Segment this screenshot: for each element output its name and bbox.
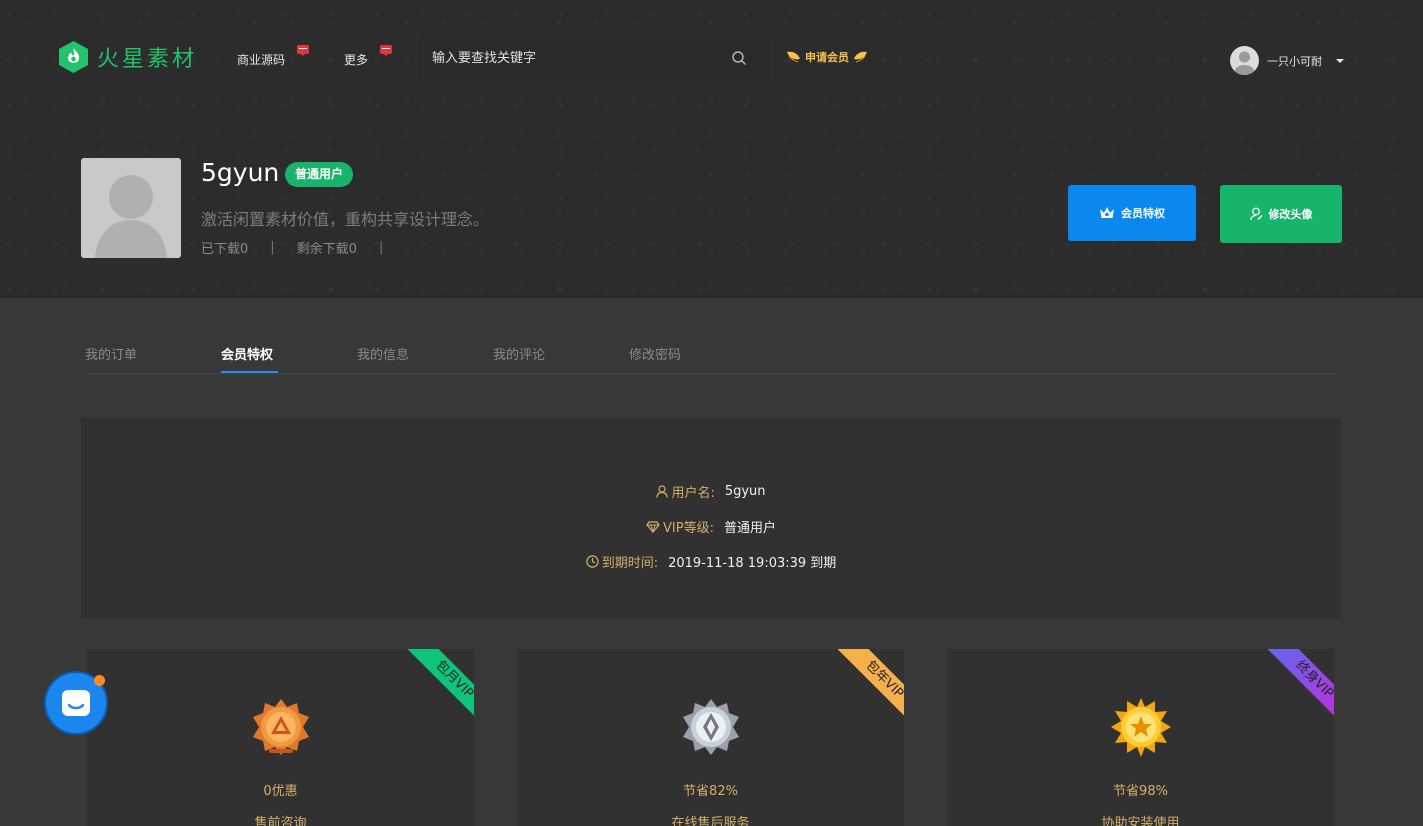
expiry-label-text: 到期时间: (601, 556, 659, 571)
tab-member-privilege[interactable]: 会员特权 (221, 344, 273, 363)
username-label: 用户名: (656, 482, 715, 501)
username-value: 5gyun (724, 484, 766, 499)
divider: | (378, 240, 384, 255)
wing-right-icon (854, 51, 867, 63)
plan-card-monthly[interactable]: 包月VIP 0优惠 售前咨询 (87, 649, 474, 826)
member-privilege-button[interactable]: 会员特权 (1068, 185, 1196, 241)
profile-tabs: 我的订单 会员特权 我的信息 我的评论 修改密码 (85, 336, 1337, 374)
download-stats: 已下载0 | 剩余下载0 | (201, 238, 405, 257)
bronze-medal-icon (253, 699, 309, 755)
silver-medal-icon (683, 699, 739, 755)
tab-orders[interactable]: 我的订单 (85, 344, 137, 363)
remaining-downloads: 剩余下载0 (296, 242, 357, 257)
clock-icon (586, 555, 599, 568)
change-avatar-button[interactable]: 修改头像 (1220, 185, 1342, 243)
member-info-card: 用户名: 5gyun VIP等级: 普通用户 到期时间: 2019-11-18 … (81, 418, 1341, 618)
nav-item-source-code[interactable]: 商业源码 (237, 51, 285, 68)
plan-ribbon: 包年VIP (822, 649, 904, 731)
chat-notification-dot (94, 675, 105, 686)
active-tab-indicator (221, 371, 278, 373)
plan-service: 售前咨询 (254, 816, 307, 826)
info-row-expiry: 到期时间: 2019-11-18 19:03:39 到期 (81, 552, 1341, 571)
yearly-vip-ribbon: 包年VIP (833, 649, 904, 731)
plan-saving: 节省82% (683, 784, 738, 799)
downloaded-count: 已下载0 (201, 242, 249, 257)
profile-motto: 激活闲置素材价值，重构共享设计理念。 (201, 210, 490, 229)
plan-saving: 0优惠 (263, 784, 298, 799)
user-edit-icon (1249, 207, 1262, 221)
apply-vip-label: 申请会员 (805, 51, 849, 64)
user-level-badge: 普通用户 (285, 162, 354, 187)
user-name: 一只小可耐 (1267, 54, 1322, 68)
hot-badge-icon (380, 45, 392, 56)
info-row-vip-level: VIP等级: 普通用户 (81, 517, 1341, 536)
plan-saving: 节省98% (1113, 784, 1168, 799)
monthly-vip-ribbon: 包月VIP (403, 649, 474, 731)
info-row-username: 用户名: 5gyun (81, 482, 1341, 501)
lifetime-vip-ribbon: 终身VIP (1263, 649, 1334, 731)
logo-text: 火星素材 (97, 47, 198, 72)
tab-change-password[interactable]: 修改密码 (629, 344, 681, 363)
profile-avatar (81, 158, 181, 258)
chat-icon (62, 690, 90, 716)
flame-logo-icon (59, 41, 88, 73)
plan-card-yearly[interactable]: 包年VIP 节省82% 在线售后服务 (517, 649, 904, 826)
apply-vip-link[interactable]: 申请会员 (786, 49, 868, 65)
gold-medal-icon (1111, 698, 1171, 757)
tab-my-comments[interactable]: 我的评论 (493, 344, 545, 363)
vip-level-value: 普通用户 (723, 521, 776, 536)
change-avatar-label: 修改头像 (1268, 208, 1313, 221)
wing-left-icon (787, 51, 800, 63)
plan-ribbon: 终身VIP (1252, 649, 1334, 731)
search-input[interactable] (419, 37, 731, 79)
expiry-label: 到期时间: (586, 552, 658, 571)
crown-icon (1100, 207, 1114, 218)
expiry-value: 2019-11-18 19:03:39 到期 (668, 556, 837, 571)
search-icon[interactable] (731, 50, 747, 66)
hot-badge-icon (297, 45, 309, 56)
username-label-text: 用户名: (671, 486, 715, 501)
member-privilege-label: 会员特权 (1121, 207, 1165, 220)
profile-username: 5gyun (201, 158, 280, 187)
caret-down-icon (1336, 58, 1344, 63)
divider: | (270, 240, 275, 255)
plan-service: 协助安装使用 (1101, 816, 1180, 826)
user-icon (656, 485, 669, 498)
plan-service: 在线售后服务 (671, 816, 750, 826)
plan-card-lifetime[interactable]: 终身VIP 节省98% 协助安装使用 (947, 649, 1334, 826)
user-menu[interactable]: 一只小可耐 (1230, 46, 1344, 75)
nav-item-more[interactable]: 更多 (344, 51, 368, 68)
default-avatar-icon (1234, 51, 1255, 75)
vip-level-label-text: VIP等级: (663, 521, 714, 536)
diamond-icon (646, 520, 660, 533)
tab-my-info[interactable]: 我的信息 (357, 344, 409, 363)
default-avatar-icon (95, 175, 167, 258)
vip-level-label: VIP等级: (646, 517, 714, 536)
plan-ribbon: 包月VIP (392, 649, 474, 731)
user-avatar (1230, 46, 1259, 75)
site-logo[interactable]: 火星素材 (58, 40, 197, 74)
search-box (419, 37, 769, 79)
